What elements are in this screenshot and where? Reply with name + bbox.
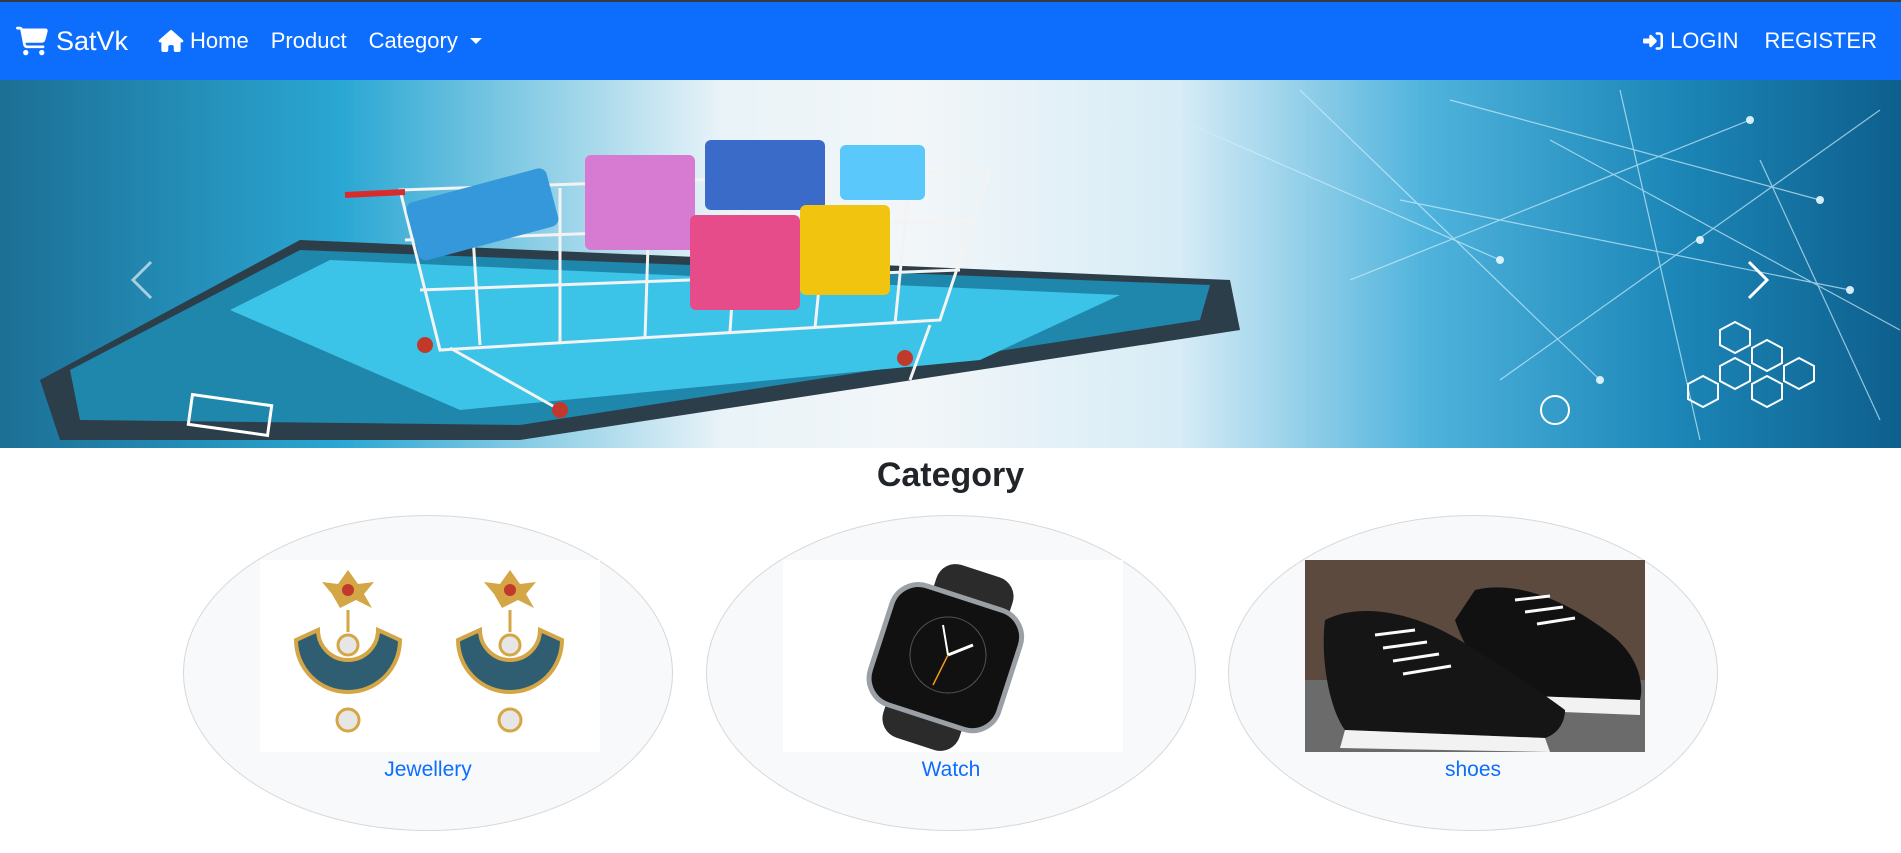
nav-home-label: Home xyxy=(190,28,249,53)
chevron-left-icon xyxy=(131,260,153,300)
brand-name: SatVk xyxy=(56,25,129,56)
category-link-jewellery[interactable]: Jewellery xyxy=(184,758,672,782)
caret-down-icon xyxy=(469,38,482,44)
watch-image xyxy=(783,560,1123,752)
category-link-watch[interactable]: Watch xyxy=(707,758,1195,782)
category-card-watch[interactable]: Watch xyxy=(706,515,1196,831)
chevron-right-icon xyxy=(1747,260,1769,300)
nav-product[interactable]: Product xyxy=(271,28,347,54)
category-card-shoes[interactable]: shoes xyxy=(1228,515,1718,831)
category-link-shoes[interactable]: shoes xyxy=(1229,758,1717,782)
jewellery-image xyxy=(260,560,600,752)
navbar: SatVk Home Product Category LOGIN REGIST… xyxy=(0,2,1901,80)
shoes-image xyxy=(1305,560,1645,752)
nav-category-label: Category xyxy=(368,28,458,53)
nav-home[interactable]: Home xyxy=(158,28,249,54)
nav-product-label: Product xyxy=(270,28,347,53)
carousel-next-button[interactable] xyxy=(1738,250,1778,310)
nav-category-dropdown[interactable]: Category xyxy=(369,28,482,54)
brand-link[interactable]: SatVk xyxy=(16,26,128,57)
login-label: LOGIN xyxy=(1670,28,1739,53)
register-link[interactable]: REGISTER xyxy=(1765,28,1877,54)
home-icon xyxy=(158,30,184,52)
category-list: Jewellery Watch shoes xyxy=(0,495,1901,835)
category-card-jewellery[interactable]: Jewellery xyxy=(183,515,673,831)
sign-in-icon xyxy=(1643,32,1664,50)
carousel-slide-image xyxy=(40,89,1901,441)
hero-carousel xyxy=(0,80,1901,448)
carousel-prev-button[interactable] xyxy=(122,250,162,310)
category-section-title: Category xyxy=(876,456,1025,494)
login-link[interactable]: LOGIN xyxy=(1642,28,1739,54)
shopping-cart-icon xyxy=(16,26,48,56)
register-label: REGISTER xyxy=(1764,28,1877,53)
